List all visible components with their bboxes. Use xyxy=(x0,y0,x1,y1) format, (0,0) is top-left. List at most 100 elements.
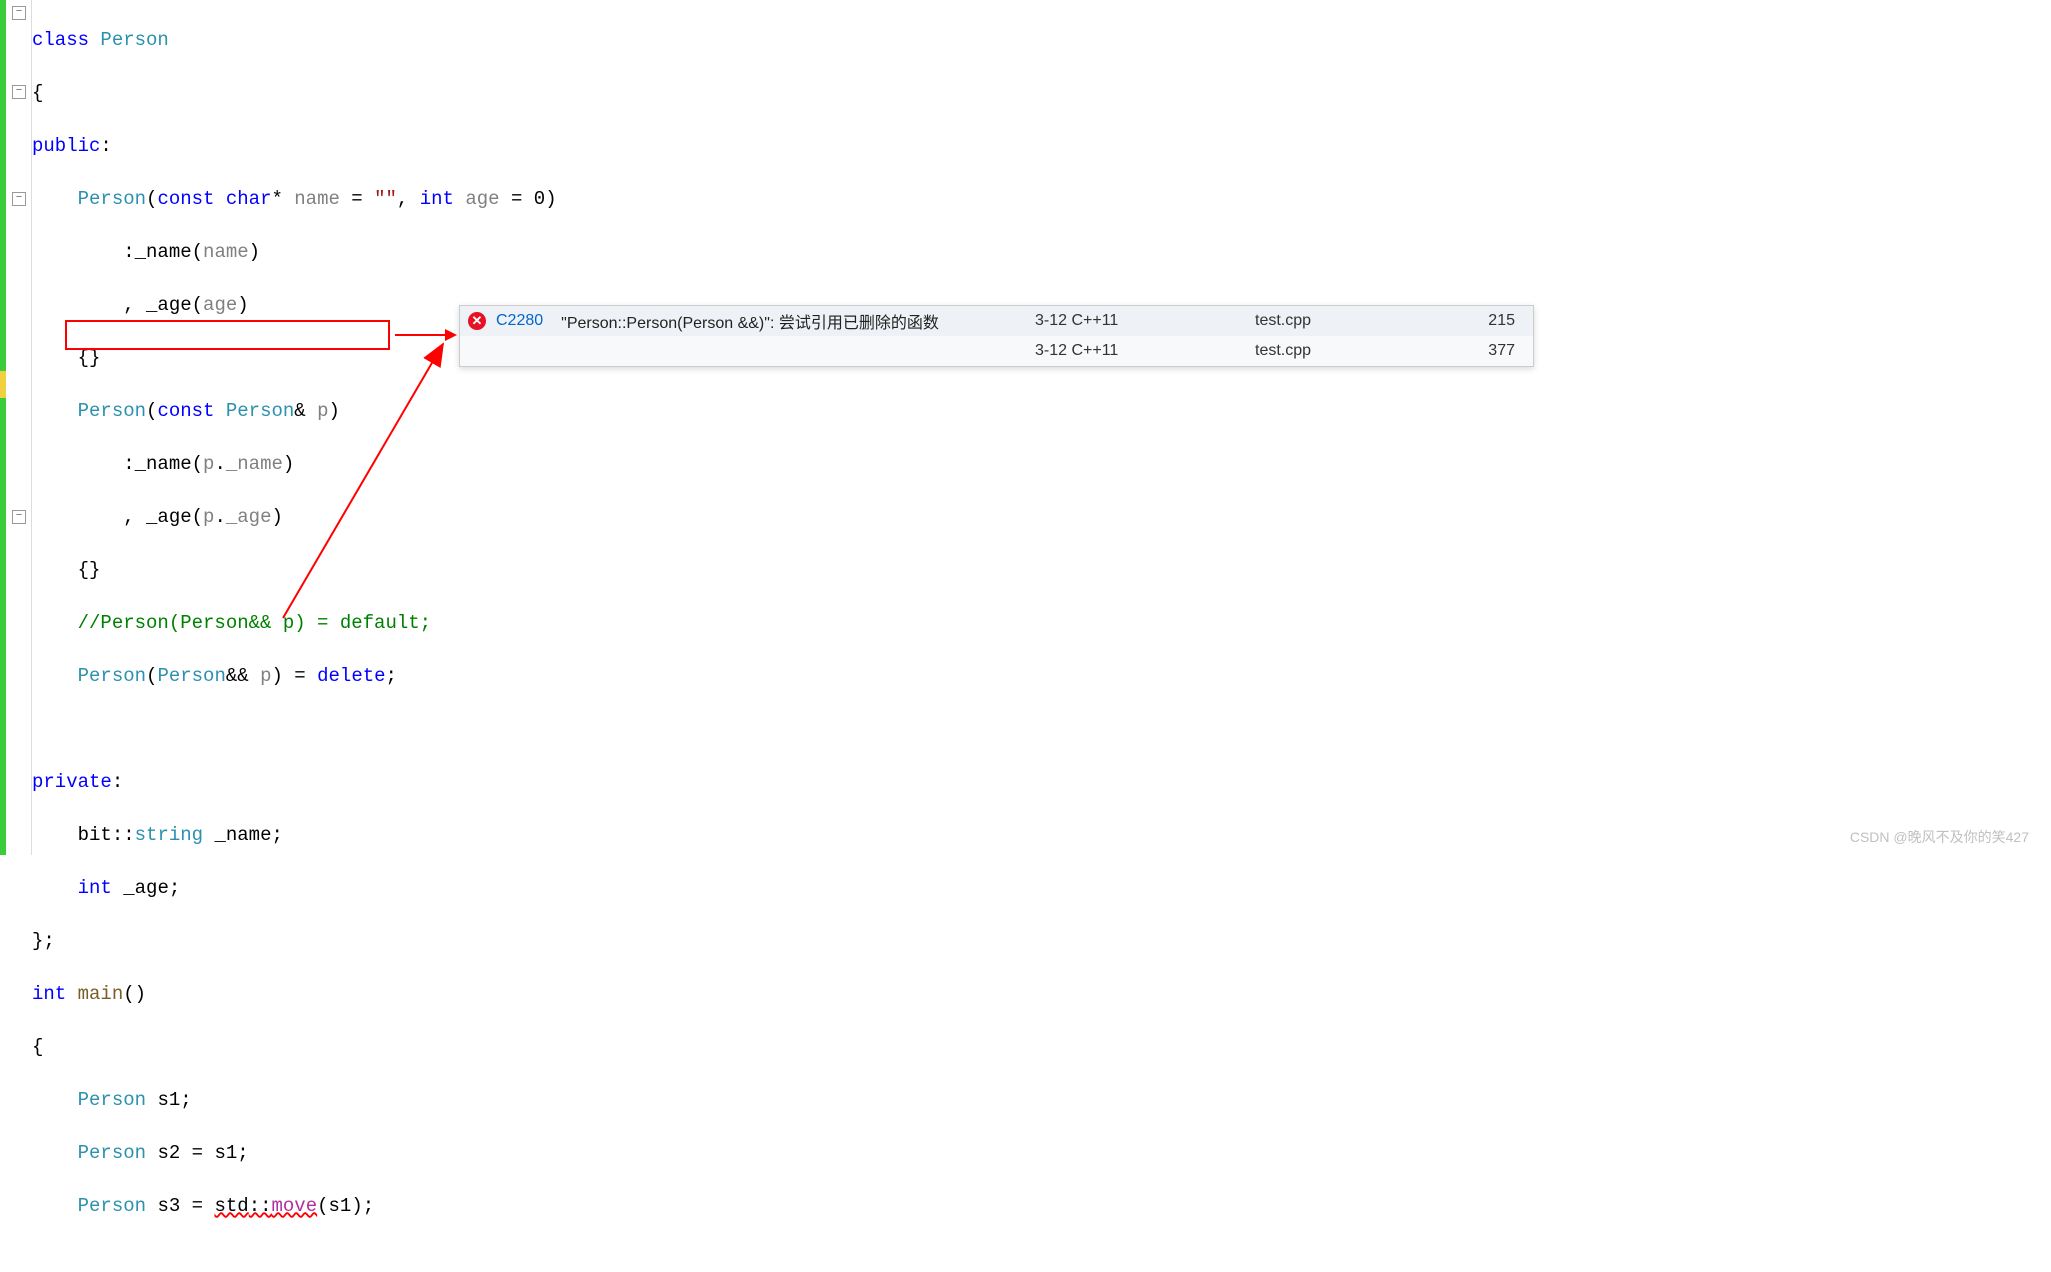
arg: name xyxy=(203,241,249,263)
param-name: name xyxy=(294,188,340,210)
error-project: 3-12 C++11 xyxy=(1035,312,1255,330)
keyword-delete: delete xyxy=(317,665,385,687)
keyword-const: const xyxy=(157,188,214,210)
gutter: − − − − xyxy=(0,0,32,855)
eq: = xyxy=(294,665,305,687)
func-move: move xyxy=(272,1195,318,1217)
type-name: Person xyxy=(100,29,168,51)
eq: = xyxy=(351,188,362,210)
fold-icon[interactable]: − xyxy=(12,510,26,524)
field: _age xyxy=(146,294,192,316)
namespace: std xyxy=(214,1195,248,1217)
type-name: Person xyxy=(78,1089,146,1111)
namespace: bit xyxy=(78,824,112,846)
fold-icon[interactable]: − xyxy=(12,6,26,20)
keyword-public: public xyxy=(32,135,100,157)
keyword-private: private xyxy=(32,771,112,793)
lparen: ( xyxy=(192,294,203,316)
field: _name xyxy=(135,241,192,263)
change-marker-yellow xyxy=(0,371,6,398)
error-row[interactable]: 3-12 C++11 test.cpp 377 xyxy=(460,336,1533,366)
brace: { xyxy=(32,82,43,104)
braces: {} xyxy=(78,559,101,581)
lparen: ( xyxy=(192,241,203,263)
param-p: p xyxy=(260,665,271,687)
comma: , xyxy=(123,506,134,528)
obj: p xyxy=(203,506,214,528)
type-name: Person xyxy=(78,1142,146,1164)
num: 0 xyxy=(534,188,545,210)
arg: age xyxy=(203,294,237,316)
rparen: ) xyxy=(271,506,282,528)
var: s2 xyxy=(157,1142,180,1164)
colon: : xyxy=(112,771,123,793)
star: * xyxy=(271,188,282,210)
error-line: 377 xyxy=(1465,342,1525,360)
semi: ; xyxy=(237,1142,248,1164)
rparen: ) xyxy=(545,188,556,210)
eq: = xyxy=(511,188,522,210)
error-project: 3-12 C++11 xyxy=(1035,342,1255,360)
keyword-int: int xyxy=(32,983,66,1005)
eq: = xyxy=(192,1142,203,1164)
colon: : xyxy=(123,241,134,263)
keyword-int: int xyxy=(78,877,112,899)
error-file: test.cpp xyxy=(1255,312,1465,330)
rparen: ) xyxy=(237,294,248,316)
error-file: test.cpp xyxy=(1255,342,1465,360)
field: _age xyxy=(123,877,169,899)
colon: : xyxy=(123,453,134,475)
dcolon: :: xyxy=(112,824,135,846)
error-row[interactable]: ✕ C2280 "Person::Person(Person &&)": 尝试引… xyxy=(460,306,1533,336)
type-name: Person xyxy=(157,665,225,687)
field: _name xyxy=(135,453,192,475)
error-icon: ✕ xyxy=(468,312,486,330)
colon: : xyxy=(100,135,111,157)
ampamp: && xyxy=(226,665,249,687)
field: _name xyxy=(214,824,271,846)
rparen: ) xyxy=(283,453,294,475)
eq: = xyxy=(192,1195,203,1217)
comma: , xyxy=(397,188,408,210)
rhs: s1 xyxy=(214,1142,237,1164)
error-line: 215 xyxy=(1465,312,1525,330)
error-list-panel: ✕ C2280 "Person::Person(Person &&)": 尝试引… xyxy=(459,305,1534,367)
semi: ; xyxy=(169,877,180,899)
error-message: "Person::Person(Person &&)": 尝试引用已删除的函数 xyxy=(561,309,1035,333)
comment: //Person(Person&& p) = default; xyxy=(78,612,431,634)
error-squiggle: std::move xyxy=(214,1195,317,1217)
brace: { xyxy=(32,1036,43,1058)
mem: _name xyxy=(226,453,283,475)
keyword-char: char xyxy=(226,188,272,210)
semi: ; xyxy=(363,1195,374,1217)
lparen: ( xyxy=(192,506,203,528)
ctor-name: Person xyxy=(78,188,146,210)
var: s1 xyxy=(157,1089,180,1111)
field: _age xyxy=(146,506,192,528)
dot: . xyxy=(214,453,225,475)
comma: , xyxy=(123,294,134,316)
error-code: C2280 xyxy=(496,312,543,330)
type-name: Person xyxy=(78,1195,146,1217)
mem: _age xyxy=(226,506,272,528)
string-literal: "" xyxy=(374,188,397,210)
lparen: ( xyxy=(146,188,157,210)
keyword-int: int xyxy=(420,188,454,210)
change-marker-green xyxy=(0,0,6,855)
brace-close: }; xyxy=(32,930,55,952)
rparen: ) xyxy=(249,241,260,263)
parens: () xyxy=(123,983,146,1005)
dcolon: :: xyxy=(249,1195,272,1217)
watermark: CSDN @晚风不及你的笑427 xyxy=(1850,827,2029,847)
fold-icon[interactable]: − xyxy=(12,85,26,99)
func-main: main xyxy=(78,983,124,1005)
rparen: ) xyxy=(329,400,340,422)
amp: & xyxy=(294,400,305,422)
code-text-area[interactable]: class Person { public: Person(const char… xyxy=(32,0,2051,855)
type-name: Person xyxy=(226,400,294,422)
param-p: p xyxy=(317,400,328,422)
keyword-class: class xyxy=(32,29,89,51)
ctor-name: Person xyxy=(78,665,146,687)
lparen: ( xyxy=(146,665,157,687)
fold-icon[interactable]: − xyxy=(12,192,26,206)
